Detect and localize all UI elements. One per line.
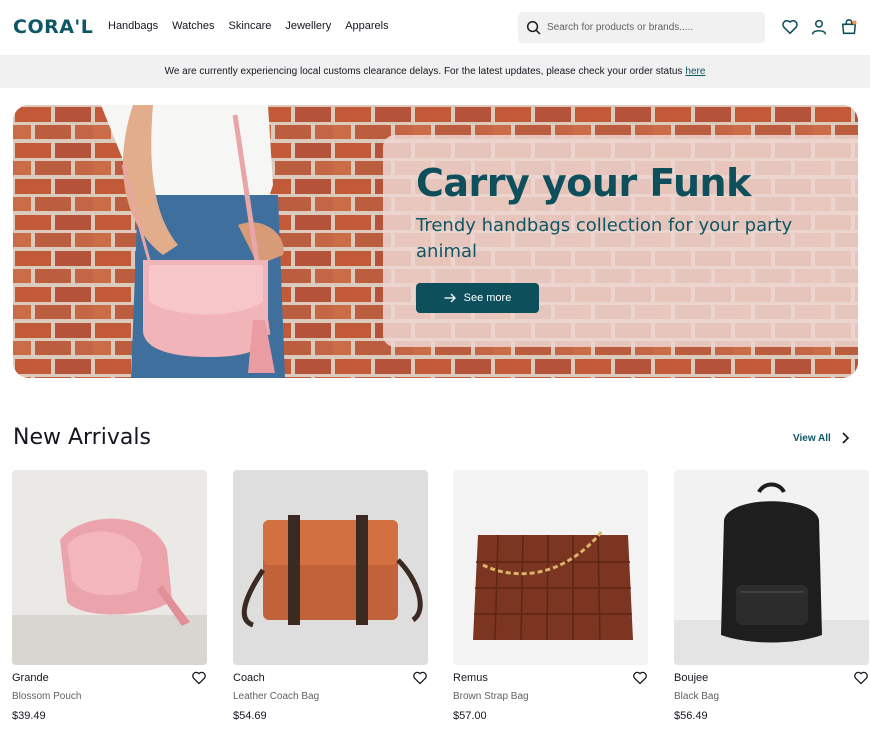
product-price: $39.49 — [12, 710, 46, 722]
product-image[interactable] — [674, 470, 869, 665]
section-title-new-arrivals: New Arrivals — [13, 425, 151, 450]
nav-item-skincare[interactable]: Skincare — [229, 20, 272, 32]
cart-icon[interactable] — [840, 18, 858, 36]
view-all-label: View All — [793, 432, 831, 444]
product-price: $57.00 — [453, 710, 487, 722]
chevron-right-icon — [842, 432, 849, 444]
product-card[interactable]: Grande Blossom Pouch $39.49 — [12, 470, 207, 722]
product-price: $54.69 — [233, 710, 267, 722]
nav-item-watches[interactable]: Watches — [172, 20, 214, 32]
product-image[interactable] — [453, 470, 648, 665]
search-icon — [526, 20, 541, 35]
hero-text-panel: Carry your Funk Trendy handbags collecti… — [383, 135, 858, 347]
nav-item-jewellery[interactable]: Jewellery — [285, 20, 331, 32]
hero-title: Carry your Funk — [416, 161, 751, 205]
product-name: Boujee — [674, 672, 709, 684]
top-header: CORA'L Handbags Watches Skincare Jewelle… — [0, 0, 870, 55]
heart-icon[interactable] — [853, 670, 869, 686]
user-icon[interactable] — [810, 18, 828, 36]
product-card[interactable]: Boujee Black Bag $56.49 — [674, 470, 869, 722]
notice-banner: We are currently experiencing local cust… — [0, 55, 870, 88]
search-bar[interactable] — [518, 12, 765, 43]
product-image[interactable] — [12, 470, 207, 665]
search-input[interactable] — [547, 22, 757, 33]
see-more-label: See more — [463, 292, 512, 304]
brand-logo[interactable]: CORA'L — [13, 16, 93, 38]
product-card[interactable]: Remus Brown Strap Bag $57.00 — [453, 470, 648, 722]
heart-icon[interactable] — [191, 670, 207, 686]
product-price: $56.49 — [674, 710, 708, 722]
product-name: Coach — [233, 672, 265, 684]
notice-text: We are currently experiencing local cust… — [164, 66, 683, 77]
hero-banner: Carry your Funk Trendy handbags collecti… — [13, 105, 858, 378]
product-image[interactable] — [233, 470, 428, 665]
product-description: Leather Coach Bag — [233, 691, 320, 702]
product-card[interactable]: Coach Leather Coach Bag $54.69 — [233, 470, 428, 722]
heart-icon[interactable] — [632, 670, 648, 686]
order-status-link[interactable]: here — [685, 66, 705, 77]
view-all-link[interactable]: View All — [793, 432, 850, 444]
product-description: Brown Strap Bag — [453, 691, 529, 702]
hero-subtitle: Trendy handbags collection for your part… — [416, 215, 793, 262]
arrow-right-icon — [444, 293, 456, 303]
main-nav: Handbags Watches Skincare Jewellery Appa… — [108, 20, 389, 32]
heart-icon[interactable] — [412, 670, 428, 686]
heart-icon[interactable] — [781, 18, 799, 36]
product-name: Remus — [453, 672, 488, 684]
nav-item-apparels[interactable]: Apparels — [345, 20, 388, 32]
product-description: Blossom Pouch — [12, 691, 82, 702]
see-more-button[interactable]: See more — [416, 283, 539, 313]
product-name: Grande — [12, 672, 49, 684]
product-description: Black Bag — [674, 691, 720, 702]
nav-item-handbags[interactable]: Handbags — [108, 20, 158, 32]
